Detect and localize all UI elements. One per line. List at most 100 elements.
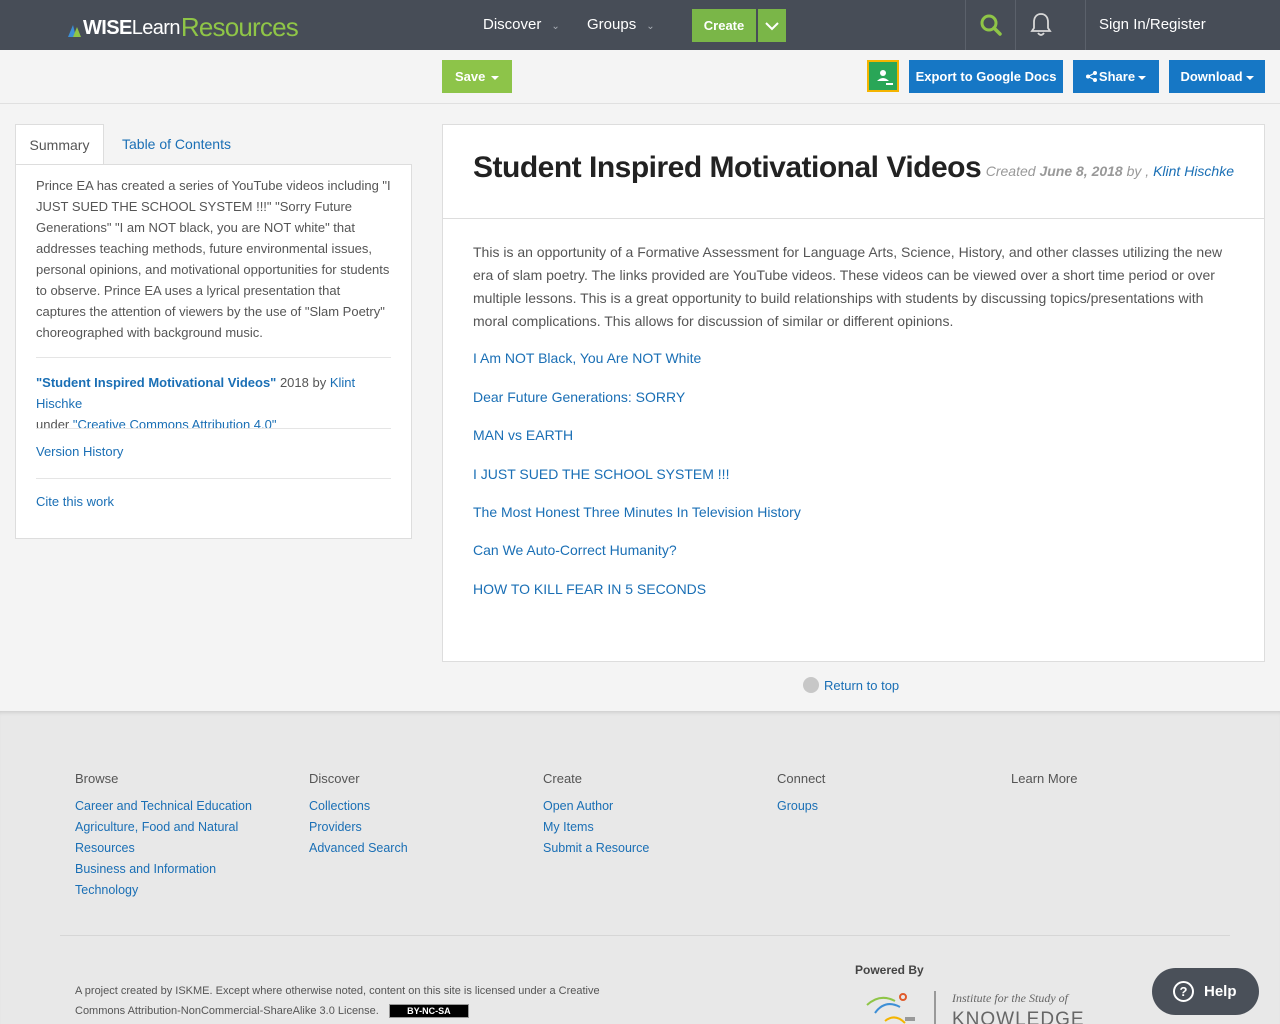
return-to-top[interactable]: Return to top <box>803 676 899 696</box>
save-button[interactable]: Save <box>442 60 512 93</box>
cc-license-badge[interactable]: BY-NC-SA <box>388 1004 469 1019</box>
footer-heading: Learn More <box>1011 771 1078 786</box>
caret-down-icon <box>491 75 500 80</box>
footer-connect: Connect Groups <box>777 768 957 817</box>
iskme-line2: KNOWLEDGE <box>952 1009 1085 1024</box>
nav-divider <box>1015 0 1016 50</box>
share-button-label: Share <box>1098 69 1136 84</box>
tab-table-of-contents[interactable]: Table of Contents <box>122 124 231 165</box>
question-circle-icon: ? <box>1173 981 1194 1002</box>
divider <box>36 428 391 429</box>
footer-create: Create Open Author My Items Submit a Res… <box>543 768 723 859</box>
resource-description: This is an opportunity of a Formative As… <box>473 244 1223 329</box>
search-icon[interactable] <box>979 13 1003 37</box>
google-classroom-icon[interactable] <box>867 60 899 92</box>
arrow-up-circle-icon <box>803 676 819 693</box>
resource-toolbar: Save Export to Google Docs Share Downloa… <box>0 50 1280 104</box>
resource-meta: Created June 8, 2018 by , Klint Hischke <box>986 163 1234 179</box>
footer-link[interactable]: Open Author <box>543 796 723 817</box>
author-link[interactable]: Klint Hischke <box>1153 163 1234 179</box>
summary-panel: Prince EA has created a series of YouTub… <box>15 164 412 539</box>
created-label: Created <box>985 163 1040 179</box>
help-button[interactable]: ? Help <box>1152 968 1259 1015</box>
chevron-down-icon: ⌄ <box>646 21 655 32</box>
iskme-divider <box>934 991 936 1024</box>
video-link[interactable]: Dear Future Generations: SORRY <box>473 389 685 405</box>
iskme-logo[interactable]: Institute for the Study of KNOWLEDGE <box>865 991 1095 1024</box>
download-button-label: Download <box>1180 69 1243 84</box>
video-link[interactable]: MAN vs EARTH <box>473 427 573 443</box>
nav-groups-label: Groups <box>587 16 637 33</box>
bell-icon[interactable] <box>1030 12 1052 38</box>
created-date: June 8, 2018 <box>1039 163 1123 179</box>
chevron-down-icon: ⌄ <box>551 21 560 32</box>
divider <box>36 357 391 358</box>
logo-mark-icon <box>68 25 81 37</box>
logo-learn-text: Learn <box>131 17 181 39</box>
nav-discover[interactable]: Discover ⌄ <box>483 0 560 50</box>
classroom-people-icon <box>877 70 893 85</box>
sign-in-register-link[interactable]: Sign In/Register <box>1099 0 1206 50</box>
nav-groups[interactable]: Groups ⌄ <box>587 0 655 50</box>
footer-link[interactable]: Groups <box>777 796 957 817</box>
footer-link[interactable]: Career and Technical Education <box>75 796 255 817</box>
divider <box>443 218 1264 219</box>
nav-divider <box>965 0 966 50</box>
divider <box>60 935 1230 936</box>
video-link[interactable]: I JUST SUED THE SCHOOL SYSTEM !!! <box>473 466 729 482</box>
footer-heading: Discover <box>309 771 360 786</box>
logo-resources-text: Resources <box>180 12 299 42</box>
footer-heading: Connect <box>777 771 826 786</box>
footer-learn-more: Learn More <box>1011 768 1191 796</box>
cc-badge-label: BY-NC-SA <box>407 1006 451 1017</box>
return-to-top-link[interactable]: Return to top <box>824 678 899 693</box>
wiselearn-logo[interactable]: WISE Learn Resources <box>68 11 299 42</box>
iskme-line1: Institute for the Study of <box>952 991 1068 1005</box>
nav-discover-label: Discover <box>483 16 542 33</box>
footer-link[interactable]: Agriculture, Food and Natural Resources <box>75 817 255 859</box>
logo-wise-text: WISE <box>83 17 132 39</box>
footer-discover: Discover Collections Providers Advanced … <box>309 768 489 859</box>
license-statement: A project created by ISKME. Except where… <box>75 985 600 1017</box>
share-icon <box>1085 71 1097 82</box>
license-text: A project created by ISKME. Except where… <box>75 981 615 1021</box>
create-button[interactable]: Create <box>692 9 756 42</box>
footer-browse: Browse Career and Technical Education Ag… <box>75 768 255 901</box>
share-button[interactable]: Share <box>1073 60 1159 93</box>
download-button[interactable]: Download <box>1169 60 1265 93</box>
summary-text: Prince EA has created a series of YouTub… <box>36 178 391 340</box>
video-link[interactable]: HOW TO KILL FEAR IN 5 SECONDS <box>473 581 706 597</box>
attribution-title-link[interactable]: "Student Inspired Motivational Videos" <box>36 375 276 390</box>
footer-link[interactable]: My Items <box>543 817 723 838</box>
video-link[interactable]: Can We Auto-Correct Humanity? <box>473 542 677 558</box>
by-label: by , <box>1122 163 1154 179</box>
video-link[interactable]: The Most Honest Three Minutes In Televis… <box>473 504 801 520</box>
footer-link[interactable]: Submit a Resource <box>543 838 723 859</box>
resource-content: Student Inspired Motivational Videos Cre… <box>442 124 1265 662</box>
export-google-docs-button[interactable]: Export to Google Docs <box>909 60 1063 93</box>
attribution: "Student Inspired Motivational Videos" 2… <box>36 372 396 435</box>
attribution-under: under <box>36 417 73 432</box>
powered-by-label: Powered By <box>855 963 924 977</box>
footer: Browse Career and Technical Education Ag… <box>0 711 1280 1024</box>
footer-link[interactable]: Advanced Search <box>309 838 489 859</box>
footer-link[interactable]: Business and Information Technology <box>75 859 255 901</box>
tab-summary[interactable]: Summary <box>15 124 104 165</box>
attribution-license-link[interactable]: "Creative Commons Attribution 4.0" <box>73 417 277 432</box>
video-link[interactable]: I Am NOT Black, You Are NOT White <box>473 350 701 366</box>
top-navigation: WISE Learn Resources Discover ⌄ Groups ⌄ C… <box>0 0 1280 50</box>
footer-link[interactable]: Providers <box>309 817 489 838</box>
caret-down-icon <box>1138 75 1147 80</box>
help-label: Help <box>1204 983 1237 1000</box>
footer-link[interactable]: Collections <box>309 796 489 817</box>
footer-heading: Create <box>543 771 583 786</box>
save-button-label: Save <box>455 69 486 84</box>
create-dropdown-toggle[interactable] <box>758 9 786 42</box>
sidebar-tabs: Summary Table of Contents <box>15 124 412 165</box>
footer-heading: Browse <box>75 771 119 786</box>
cite-this-work-link[interactable]: Cite this work <box>36 494 114 509</box>
chevron-down-icon <box>765 22 779 31</box>
caret-down-icon <box>1245 75 1254 80</box>
version-history-link[interactable]: Version History <box>36 444 123 459</box>
attribution-year: 2018 by <box>276 375 330 390</box>
